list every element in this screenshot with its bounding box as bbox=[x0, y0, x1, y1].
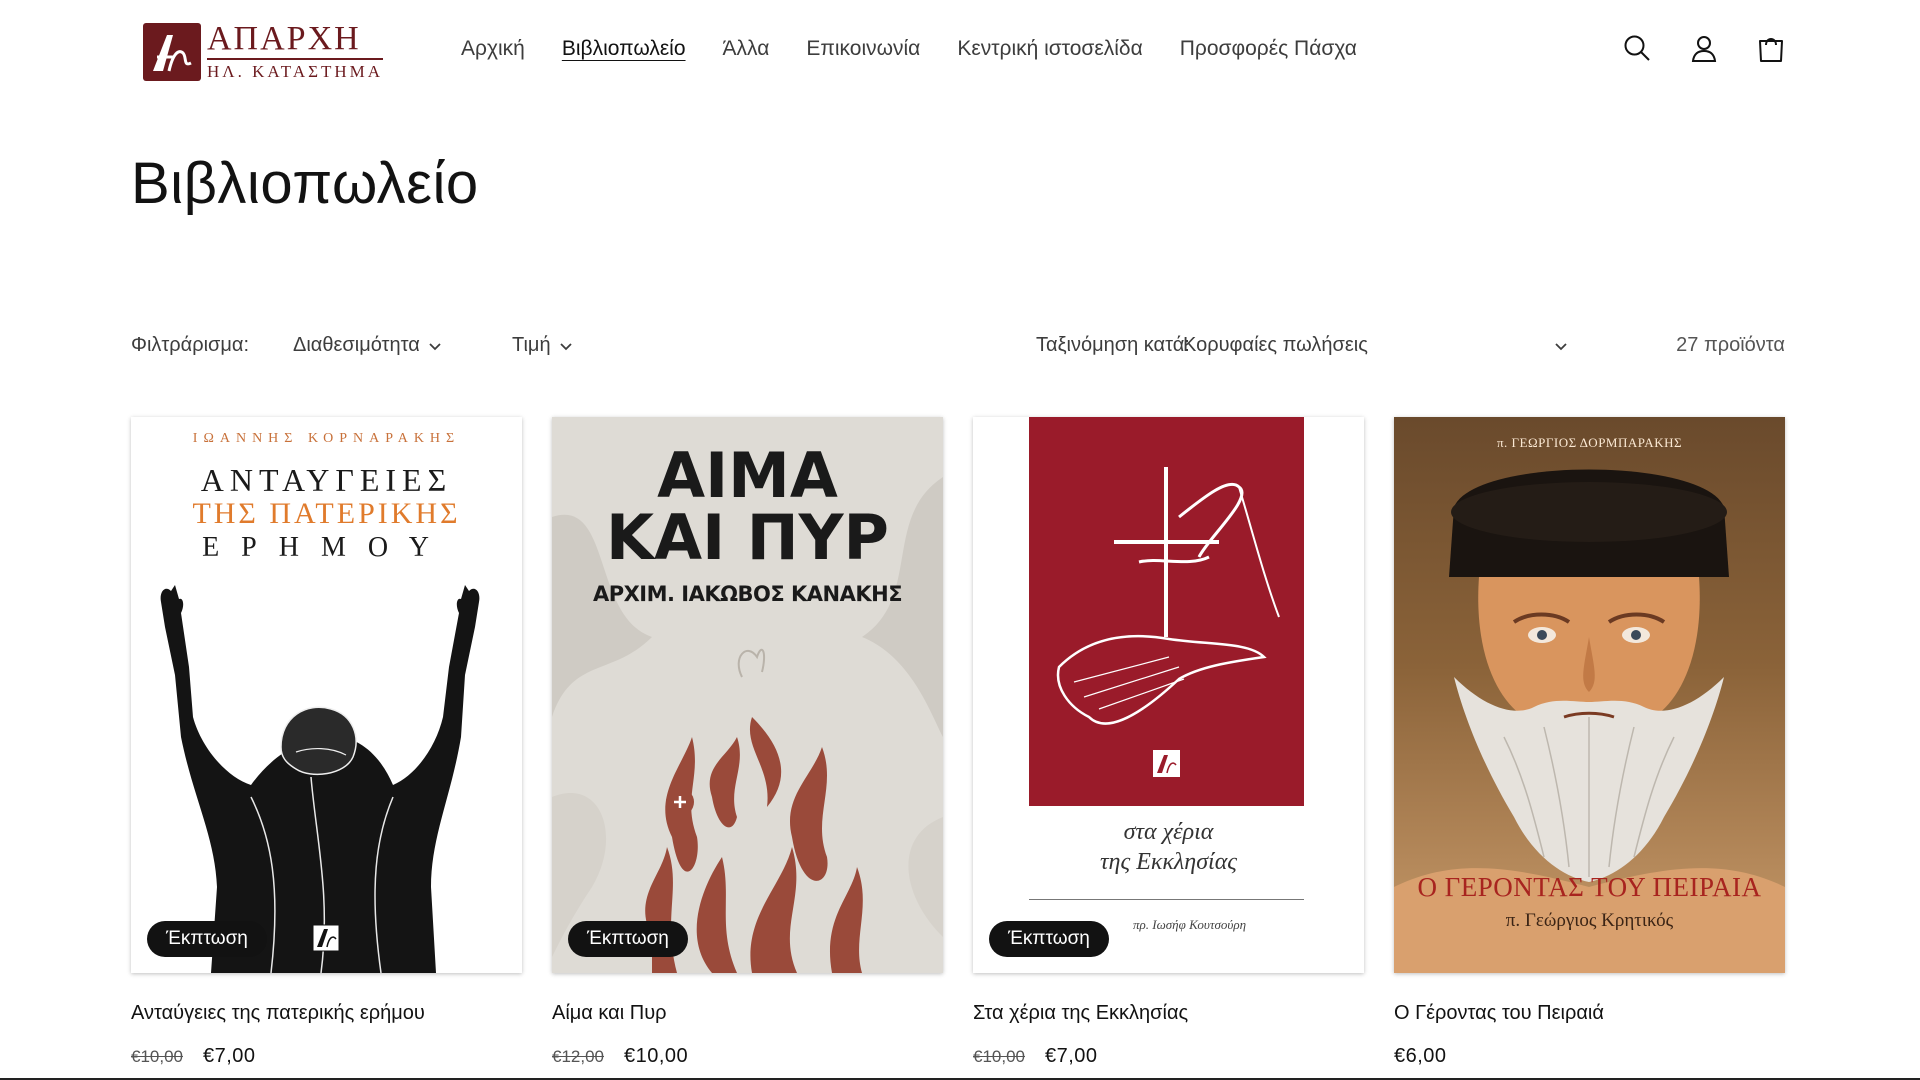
product-image[interactable]: π. ΓΕΩΡΓΙΟΣ ΔΟΡΜΠΑΡΑΚΗΣ Ο ΓΕΡΟΝΤΑΣ ΤΟΥ Π… bbox=[1394, 417, 1785, 973]
site-header: ΑΠΑΡΧΗ ΗΛ. ΚΑΤΑΣΤΗΜΑ Αρχική Βιβλιοπωλείο… bbox=[0, 0, 1920, 100]
page-title: Βιβλιοπωλείο bbox=[131, 151, 479, 216]
product-image[interactable]: στα χέρια της Εκκλησίας πρ. Ιωσήφ Κουτσο… bbox=[973, 417, 1364, 973]
product-card[interactable]: στα χέρια της Εκκλησίας πρ. Ιωσήφ Κουτσο… bbox=[973, 417, 1364, 1068]
regular-price: €10,00 bbox=[973, 1047, 1025, 1066]
sort-select[interactable]: Κορυφαίες πωλήσεις bbox=[1183, 334, 1568, 357]
sale-price: €10,00 bbox=[624, 1045, 689, 1067]
nav-item-home[interactable]: Αρχική bbox=[461, 36, 525, 62]
logo-subtitle: ΗΛ. ΚΑΤΑΣΤΗΜΑ bbox=[207, 62, 384, 81]
cover-red-panel bbox=[1029, 417, 1304, 806]
nav-item-easter-offers[interactable]: Προσφορές Πάσχα bbox=[1180, 36, 1357, 62]
filter-availability-label: Διαθεσιμότητα bbox=[293, 334, 420, 356]
nav-item-other[interactable]: Άλλα bbox=[723, 36, 770, 62]
regular-price: €6,00 bbox=[1394, 1045, 1447, 1067]
sale-price: €7,00 bbox=[203, 1045, 256, 1067]
cover-title-line: της Εκκλησίας bbox=[1099, 849, 1238, 875]
product-image[interactable]: ΑΙΜΑ ΚΑΙ ΠΥΡ ΑΡΧΙΜ. ΙΑΚΩΒΟΣ ΚΑΝΑΚΗΣ Έκπτ… bbox=[552, 417, 943, 973]
account-icon[interactable] bbox=[1687, 31, 1721, 65]
nav-item-main-site[interactable]: Κεντρική ιστοσελίδα bbox=[957, 36, 1142, 62]
cover-title-line: στα χέρια bbox=[1123, 819, 1214, 845]
cart-icon[interactable] bbox=[1754, 31, 1788, 65]
chevron-down-icon bbox=[559, 342, 572, 350]
main-nav: Αρχική Βιβλιοπωλείο Άλλα Επικοινωνία Κεν… bbox=[461, 36, 1394, 62]
flames-illustration bbox=[645, 648, 863, 973]
product-grid: ΙΩΑΝΝΗΣ ΚΟΡΝΑΡΑΚΗΣ ΑΝΤΑΥΓΕΙΕΣ ΤΗΣ ΠΑΤΕΡΙ… bbox=[131, 417, 1785, 1080]
product-title[interactable]: Ο Γέροντας του Πειραιά bbox=[1394, 1001, 1785, 1025]
regular-price: €12,00 bbox=[552, 1047, 604, 1066]
logo-mark-icon bbox=[143, 22, 201, 81]
filter-price-label: Τιμή bbox=[512, 334, 551, 356]
sale-badge: Έκπτωση bbox=[568, 921, 688, 957]
site-logo[interactable]: ΑΠΑΡΧΗ ΗΛ. ΚΑΤΑΣΤΗΜΑ bbox=[143, 20, 384, 82]
price-row: €12,00 €10,00 bbox=[552, 1045, 943, 1068]
logo-title: ΑΠΑΡΧΗ bbox=[207, 20, 361, 57]
search-icon[interactable] bbox=[1620, 31, 1654, 65]
price-row: €10,00 €7,00 bbox=[973, 1045, 1364, 1068]
filter-label: Φιλτράρισμα: bbox=[131, 334, 250, 356]
cover-divider bbox=[1029, 899, 1304, 900]
regular-price: €10,00 bbox=[131, 1047, 183, 1066]
price-row: €6,00 bbox=[1394, 1045, 1785, 1068]
filter-bar: Φιλτράρισμα: Διαθεσιμότητα Τιμή Ταξινόμη… bbox=[131, 332, 1785, 364]
filter-price[interactable]: Τιμή bbox=[512, 334, 573, 357]
product-title[interactable]: Στα χέρια της Εκκλησίας bbox=[973, 1001, 1364, 1025]
cover-subtitle: π. Γεώργιος Κρητικός bbox=[1505, 910, 1674, 931]
cover-title: Ο ΓΕΡΟΝΤΑΣ ΤΟΥ ΠΕΙΡΑΙΑ bbox=[1417, 872, 1762, 902]
sale-price: €7,00 bbox=[1045, 1045, 1098, 1067]
cross-and-hand-illustration bbox=[1056, 467, 1280, 777]
product-title[interactable]: Ανταύγειες της πατερικής ερήμου bbox=[131, 1001, 522, 1025]
price-row: €10,00 €7,00 bbox=[131, 1045, 522, 1068]
product-image[interactable]: ΙΩΑΝΝΗΣ ΚΟΡΝΑΡΑΚΗΣ ΑΝΤΑΥΓΕΙΕΣ ΤΗΣ ΠΑΤΕΡΙ… bbox=[131, 417, 522, 973]
sort-label: Ταξινόμηση κατά: bbox=[1036, 334, 1190, 356]
filter-availability[interactable]: Διαθεσιμότητα bbox=[293, 334, 442, 357]
product-count: 27 προϊόντα bbox=[1676, 334, 1785, 356]
sale-badge: Έκπτωση bbox=[147, 921, 267, 957]
nav-item-contact[interactable]: Επικοινωνία bbox=[806, 36, 920, 62]
chevron-down-icon bbox=[429, 342, 441, 350]
product-card[interactable]: ΙΩΑΝΝΗΣ ΚΟΡΝΑΡΑΚΗΣ ΑΝΤΑΥΓΕΙΕΣ ΤΗΣ ΠΑΤΕΡΙ… bbox=[131, 417, 522, 1068]
chevron-down-icon bbox=[1555, 342, 1567, 350]
logo-divider bbox=[207, 58, 384, 60]
praying-monk-illustration bbox=[160, 585, 480, 973]
sale-badge: Έκπτωση bbox=[989, 921, 1109, 957]
sort-value: Κορυφαίες πωλήσεις bbox=[1183, 334, 1368, 356]
nav-item-bookstore[interactable]: Βιβλιοπωλείο bbox=[562, 36, 686, 62]
cover-author: πρ. Ιωσήφ Κουτσούρη bbox=[1133, 917, 1247, 932]
product-card[interactable]: π. ΓΕΩΡΓΙΟΣ ΔΟΡΜΠΑΡΑΚΗΣ Ο ΓΕΡΟΝΤΑΣ ΤΟΥ Π… bbox=[1394, 417, 1785, 1068]
header-icons bbox=[1620, 31, 1788, 65]
product-title[interactable]: Αίμα και Πυρ bbox=[552, 1001, 943, 1025]
product-card[interactable]: ΑΙΜΑ ΚΑΙ ΠΥΡ ΑΡΧΙΜ. ΙΑΚΩΒΟΣ ΚΑΝΑΚΗΣ Έκπτ… bbox=[552, 417, 943, 1068]
